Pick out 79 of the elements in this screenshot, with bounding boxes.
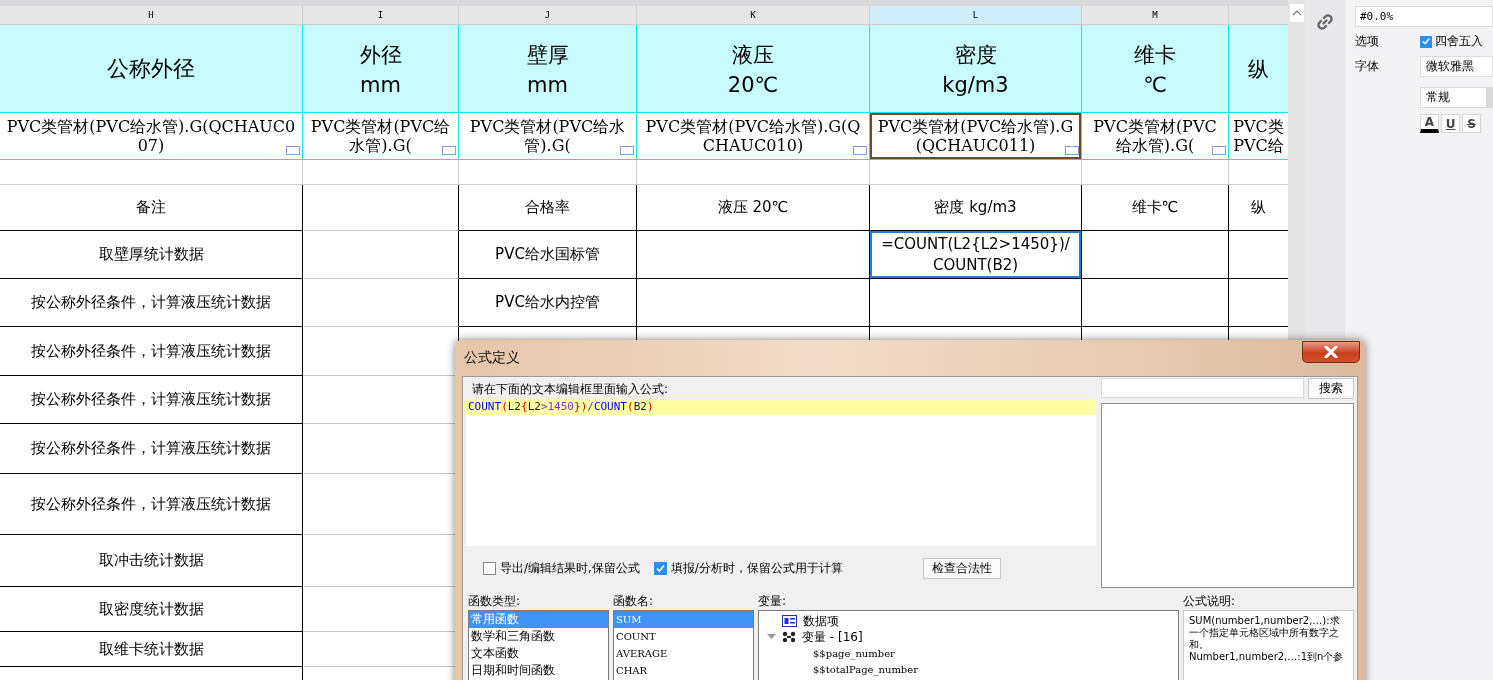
table-cell: 备注 [0, 185, 303, 231]
table-cell: 按公称外径条件，计算液压统计数据 [0, 376, 303, 424]
tree-item[interactable]: $$totalPage_number [813, 663, 918, 675]
table-cell: 按公称外径条件，计算液压统计数据 [0, 279, 303, 327]
list-item[interactable]: 日期和时间函数 [469, 662, 608, 679]
cell-marker-icon [853, 146, 867, 155]
font-style-button[interactable]: U [1441, 114, 1460, 133]
font-label: 字体 [1355, 58, 1380, 75]
cell-marker-icon [1212, 146, 1226, 155]
formula-editor[interactable]: COUNT(L2{L2>1450})/COUNT(B2) [466, 399, 1096, 546]
list-item[interactable]: AVERAGE [614, 645, 753, 662]
tree-item[interactable]: $$page_number [813, 647, 895, 659]
header-cell: 外径 mm [303, 25, 459, 113]
font-style-button[interactable]: S [1462, 114, 1481, 133]
table-cell: =COUNT(L2{L2>1450})/COUNT(B2) [870, 231, 1082, 279]
close-button[interactable] [1302, 341, 1360, 363]
font-style-select[interactable]: 常规 [1420, 87, 1493, 108]
options-label: 选项 [1355, 33, 1380, 50]
format-field[interactable]: #0.0% [1355, 6, 1493, 27]
list-item[interactable]: 数学和三角函数 [469, 628, 608, 645]
cell-marker-icon [442, 146, 456, 155]
table-cell: 取壁厚统计数据 [0, 231, 303, 279]
table-cell: 取维卡统计数据 [0, 632, 303, 667]
check-validity-button[interactable]: 检查合法性 [922, 558, 1001, 579]
cell-marker-icon [620, 146, 634, 155]
table-cell: PVC类管材(PVC给水管).G( [459, 113, 637, 160]
tree-item[interactable]: 数据项 [803, 612, 839, 630]
table-cell: PVC类管材(PVC给水管).G(QCHAUC007) [0, 113, 303, 160]
header-cell: 公称外径 [0, 25, 303, 113]
description-label: 公式说明: [1183, 593, 1237, 610]
link-icon[interactable] [1316, 13, 1334, 31]
table-cell: 按公称外径条件，计算液压统计数据 [0, 327, 303, 376]
formula-prompt: 请在下面的文本编辑框里面输入公式: [471, 381, 670, 398]
table-cell: PVC类管材(PVC给水管).G( [1082, 113, 1229, 160]
dialog-title: 公式定义 [463, 349, 520, 367]
search-field[interactable] [1101, 378, 1304, 398]
function-names-label: 函数名: [613, 593, 655, 610]
checkbox[interactable] [1420, 35, 1432, 48]
table-cell: PVC给水国标管 [459, 231, 637, 279]
font-style-button[interactable]: A [1420, 114, 1439, 133]
description-text: Number1,number2,…:1到n个参 [1189, 651, 1345, 663]
table-cell: PVC类管材(PVC给水管).G(QCHAUC011) [870, 113, 1082, 160]
list-item[interactable]: COUNT [614, 628, 753, 645]
tree-item[interactable]: 变量 - [16] [802, 628, 863, 646]
table-cell: PVC类管材(PVC给水管).G(QCHAUC010) [637, 113, 870, 160]
search-button[interactable]: 搜索 [1308, 378, 1354, 399]
header-cell: 密度 kg/m3 [870, 25, 1082, 113]
table-cell: 取密度统计数据 [0, 587, 303, 632]
table-cell: 合格率 [459, 185, 637, 231]
header-cell: 维卡 ℃ [1082, 25, 1229, 113]
option-label: 填报/分析时，保留公式用于计算 [670, 560, 843, 577]
font-family-select[interactable]: 微软雅黑 [1420, 56, 1493, 77]
cell-marker-icon [1065, 146, 1079, 155]
list-item[interactable]: 文本函数 [469, 645, 608, 662]
checkbox[interactable] [653, 562, 667, 575]
table-cell: 液压 20℃ [637, 185, 870, 231]
table-cell: 维卡℃ [1082, 185, 1229, 231]
table-cell: 按公称外径条件，计算液压统计数据 [0, 424, 303, 474]
table-cell: 密度 kg/m3 [870, 185, 1082, 231]
list-item[interactable]: CHAR [614, 662, 753, 679]
option-label: 导出/编辑结果时,保留公式 [500, 560, 640, 577]
variables-label: 变量: [758, 593, 788, 610]
header-cell: 液压 20℃ [637, 25, 870, 113]
description-text: SUM(number1,number2,…):求一个指定单元格区域中所有数字之和。 [1189, 615, 1341, 651]
table-cell: PVC类管材(PVC给水管).G( [303, 113, 459, 160]
column-header[interactable]: L [870, 6, 1082, 25]
scroll-up-icon[interactable] [1289, 4, 1304, 22]
checkbox[interactable] [483, 562, 496, 575]
caret-icon[interactable] [767, 634, 776, 640]
cell-marker-icon [286, 146, 300, 155]
table-cell: 取冲击统计数据 [0, 535, 303, 587]
close-icon[interactable] [1323, 346, 1339, 358]
header-cell: 壁厚 mm [459, 25, 637, 113]
table-cell: PVC给水内控管 [459, 279, 637, 327]
table-icon [782, 615, 797, 627]
table-cell: 按公称外径条件，计算液压统计数据 [0, 474, 303, 535]
function-types-label: 函数类型: [468, 593, 522, 610]
rounding-label: 四舍五入 [1435, 33, 1483, 50]
variable-icon [782, 631, 796, 643]
